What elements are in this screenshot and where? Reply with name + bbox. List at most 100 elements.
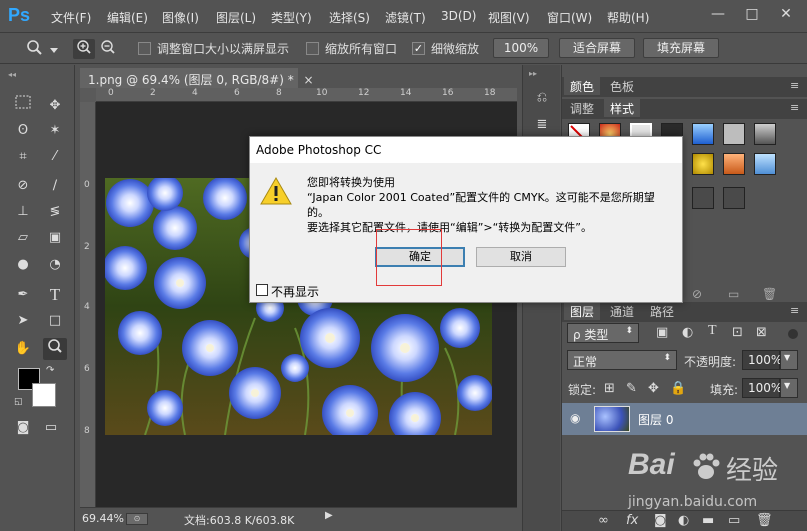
lock-all-icon[interactable]: 🔒 (670, 381, 686, 396)
fill-field[interactable]: 100% (742, 378, 782, 398)
swap-colors-icon[interactable]: ↷ (46, 365, 54, 376)
document-close-icon[interactable]: × (304, 73, 314, 87)
type-tool-icon[interactable]: T (43, 284, 67, 306)
resize-windows-checkbox[interactable] (138, 42, 151, 55)
fill-dropdown-icon[interactable]: ▼ (780, 378, 798, 398)
lock-image-icon[interactable]: ✎ (626, 381, 637, 396)
panel-menu-icon[interactable]: ≡ (790, 79, 799, 92)
document-tab[interactable]: 1.png @ 69.4% (图层 0, RGB/8#) * × (80, 68, 314, 88)
menu-filter[interactable]: 滤镜(T) (385, 9, 426, 26)
brush-tool-icon[interactable]: ∕ (43, 175, 67, 197)
magic-wand-tool-icon[interactable]: ✶ (43, 120, 67, 142)
actual-pixels-button[interactable]: 100% (493, 38, 549, 58)
maximize-button[interactable]: □ (738, 4, 766, 24)
style-swatch[interactable] (754, 123, 776, 145)
screen-mode-icon[interactable]: ▭ (39, 417, 63, 439)
path-selection-tool-icon[interactable]: ➤ (11, 310, 35, 332)
menu-layer[interactable]: 图层(L) (216, 9, 256, 26)
fill-screen-button[interactable]: 填充屏幕 (643, 38, 719, 58)
style-swatch[interactable] (723, 153, 745, 175)
tab-paths[interactable]: 路径 (644, 302, 680, 320)
new-style-icon[interactable]: ▭ (728, 287, 739, 301)
blend-mode-select[interactable]: 正常 ⬍ (567, 350, 677, 370)
move-tool-icon[interactable]: ✥ (43, 95, 67, 117)
layer-name[interactable]: 图层 0 (638, 411, 673, 428)
style-swatch[interactable] (692, 123, 714, 145)
filter-toggle[interactable] (788, 329, 798, 339)
menu-help[interactable]: 帮助(H) (607, 9, 649, 26)
menu-type[interactable]: 类型(Y) (271, 9, 312, 26)
ok-button[interactable]: 确定 (375, 247, 465, 267)
quick-mask-icon[interactable]: ◙ (11, 417, 35, 439)
layer-fx-icon[interactable]: fx (626, 513, 638, 528)
tab-channels[interactable]: 通道 (604, 302, 640, 320)
zoom-all-windows-checkbox[interactable] (306, 42, 319, 55)
collapse-toolbar-icon[interactable]: ◂◂ (8, 70, 16, 79)
panel-menu-icon[interactable]: ≡ (790, 101, 799, 114)
style-swatch[interactable] (692, 187, 714, 209)
layer-filter-select[interactable]: ρ 类型 ⬍ (567, 323, 639, 343)
adjustment-layer-icon[interactable]: ◐ (678, 513, 689, 528)
layer-row[interactable]: ◉ 图层 0 (562, 403, 807, 435)
crop-tool-icon[interactable]: ⌗ (11, 146, 35, 168)
menu-file[interactable]: 文件(F) (51, 9, 91, 26)
style-swatch[interactable] (723, 187, 745, 209)
minimize-button[interactable]: — (704, 4, 732, 24)
tab-adjustments[interactable]: 调整 (564, 99, 600, 117)
zoom-tool-preset-icon[interactable] (24, 39, 46, 59)
background-color-swatch[interactable] (32, 383, 56, 407)
lock-position-icon[interactable]: ✥ (648, 381, 659, 396)
gradient-tool-icon[interactable]: ▣ (43, 227, 67, 249)
filter-smart-object-icon[interactable]: ⊠ (756, 325, 767, 340)
menu-edit[interactable]: 编辑(E) (107, 9, 148, 26)
close-window-button[interactable]: ✕ (772, 4, 800, 24)
status-menu-arrow-icon[interactable]: ▶ (325, 510, 333, 521)
tab-layers[interactable]: 图层 (564, 302, 601, 320)
menu-image[interactable]: 图像(I) (162, 9, 199, 26)
eyedropper-tool-icon[interactable]: ⁄ (43, 146, 67, 168)
dialog-title-bar[interactable]: Adobe Photoshop CC (250, 137, 682, 163)
menu-window[interactable]: 窗口(W) (547, 9, 592, 26)
marquee-tool-icon[interactable] (11, 95, 35, 117)
opacity-dropdown-icon[interactable]: ▼ (780, 350, 798, 370)
tab-swatches[interactable]: 色板 (604, 77, 640, 95)
filter-type-icon[interactable]: T (708, 323, 717, 339)
menu-3d[interactable]: 3D(D) (441, 9, 476, 23)
filter-adjustment-icon[interactable]: ◐ (682, 325, 693, 340)
lock-transparent-icon[interactable]: ⊞ (604, 381, 615, 396)
blur-tool-icon[interactable]: ● (11, 254, 35, 276)
filter-shape-icon[interactable]: ⊡ (732, 325, 743, 340)
expand-dock-icon[interactable]: ▸▸ (529, 69, 537, 78)
scrubby-zoom-checkbox[interactable]: ✓ (412, 42, 425, 55)
add-mask-icon[interactable]: ◙ (654, 513, 667, 528)
status-preview-icon[interactable]: ⊙ (126, 513, 148, 525)
healing-brush-tool-icon[interactable]: ⊘ (11, 175, 35, 197)
dodge-tool-icon[interactable]: ◔ (43, 254, 67, 276)
layer-visibility-eye-icon[interactable]: ◉ (570, 411, 580, 425)
history-panel-icon[interactable]: ⎌ (531, 90, 553, 112)
fit-screen-button[interactable]: 适合屏幕 (559, 38, 635, 58)
style-swatch[interactable] (754, 153, 776, 175)
cancel-button[interactable]: 取消 (476, 247, 566, 267)
panel-menu-icon[interactable]: ≡ (790, 304, 799, 317)
preset-dropdown-icon[interactable] (50, 48, 58, 53)
menu-select[interactable]: 选择(S) (329, 9, 370, 26)
style-swatch[interactable] (692, 153, 714, 175)
hand-tool-icon[interactable]: ✋ (11, 338, 35, 360)
filter-pixel-icon[interactable]: ▣ (656, 325, 668, 340)
eraser-tool-icon[interactable]: ▱ (11, 227, 35, 249)
new-layer-icon[interactable]: ▭ (728, 513, 740, 528)
dont-show-checkbox[interactable] (256, 284, 268, 296)
rectangle-tool-icon[interactable]: □ (43, 310, 67, 332)
pen-tool-icon[interactable]: ✒ (11, 284, 35, 306)
zoom-level[interactable]: 69.44% (82, 512, 124, 525)
zoom-tool-icon[interactable] (43, 338, 67, 360)
delete-layer-icon[interactable]: 🗑 (756, 513, 773, 528)
clear-style-icon[interactable]: ⊘ (692, 287, 702, 301)
clone-stamp-tool-icon[interactable]: ⊥ (11, 201, 35, 223)
history-brush-tool-icon[interactable]: ≶ (43, 201, 67, 223)
opacity-field[interactable]: 100% (742, 350, 782, 370)
lasso-tool-icon[interactable]: ʘ (11, 120, 35, 142)
zoom-in-icon[interactable] (73, 39, 95, 59)
link-layers-icon[interactable]: ∞ (598, 513, 609, 528)
